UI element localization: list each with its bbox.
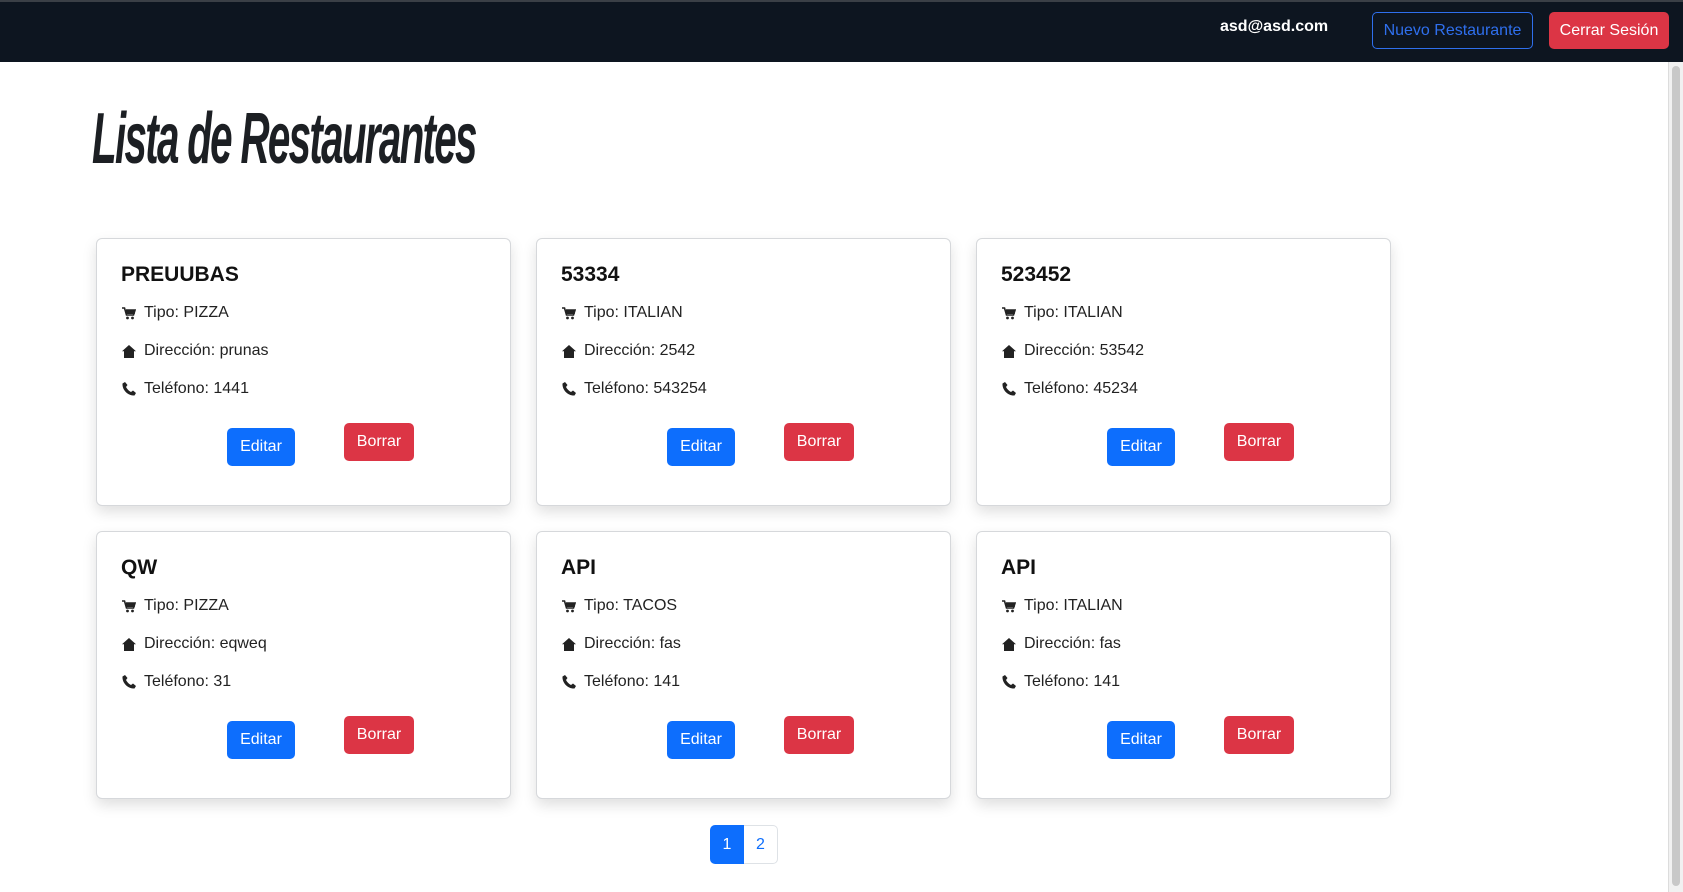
restaurant-type-text: Tipo: ITALIAN: [584, 304, 683, 321]
restaurant-card: 53334 Tipo: ITALIAN Dirección: 2542 Telé…: [536, 238, 951, 506]
phone-icon: [1001, 674, 1017, 690]
edit-button[interactable]: Editar: [667, 428, 735, 466]
scrollbar-thumb[interactable]: [1672, 66, 1680, 886]
page-scrollbar[interactable]: [1668, 62, 1683, 892]
restaurant-card: QW Tipo: PIZZA Dirección: eqweq Teléfono…: [96, 531, 511, 799]
edit-button[interactable]: Editar: [1107, 428, 1175, 466]
delete-button[interactable]: Borrar: [344, 423, 414, 461]
restaurant-type: Tipo: ITALIAN: [1001, 597, 1123, 615]
restaurant-phone-text: Teléfono: 1441: [144, 380, 249, 397]
phone-icon: [561, 674, 577, 690]
top-navbar: asd@asd.com Nuevo Restaurante Cerrar Ses…: [0, 0, 1683, 62]
logout-button[interactable]: Cerrar Sesión: [1549, 12, 1669, 49]
phone-icon: [561, 381, 577, 397]
cart-icon: [561, 305, 577, 321]
restaurant-phone-text: Teléfono: 141: [584, 673, 681, 690]
restaurant-phone: Teléfono: 1441: [121, 380, 249, 398]
restaurant-phone-text: Teléfono: 543254: [584, 380, 707, 397]
restaurant-address-text: Dirección: 2542: [584, 342, 696, 359]
restaurant-address-text: Dirección: 53542: [1024, 342, 1145, 359]
delete-button[interactable]: Borrar: [344, 716, 414, 754]
restaurant-type: Tipo: TACOS: [561, 597, 677, 615]
restaurant-name: QW: [121, 556, 158, 579]
restaurant-address: Dirección: fas: [1001, 635, 1121, 653]
user-email: asd@asd.com: [1220, 18, 1329, 35]
restaurant-address: Dirección: fas: [561, 635, 681, 653]
delete-button[interactable]: Borrar: [784, 716, 854, 754]
restaurant-name: PREUUBAS: [121, 263, 239, 286]
house-icon: [121, 636, 137, 652]
house-icon: [121, 343, 137, 359]
restaurant-phone: Teléfono: 543254: [561, 380, 707, 398]
restaurant-phone-text: Teléfono: 45234: [1024, 380, 1138, 397]
restaurant-card: 523452 Tipo: ITALIAN Dirección: 53542 Te…: [976, 238, 1391, 506]
cart-icon: [121, 598, 137, 614]
restaurant-phone: Teléfono: 31: [121, 673, 231, 691]
restaurant-phone: Teléfono: 45234: [1001, 380, 1138, 398]
restaurant-card: API Tipo: TACOS Dirección: fas Teléfono:…: [536, 531, 951, 799]
restaurant-card: PREUUBAS Tipo: PIZZA Dirección: prunas T…: [96, 238, 511, 506]
cart-icon: [1001, 598, 1017, 614]
delete-button[interactable]: Borrar: [784, 423, 854, 461]
restaurant-address-text: Dirección: prunas: [144, 342, 269, 359]
edit-button[interactable]: Editar: [227, 721, 295, 759]
restaurant-type-text: Tipo: PIZZA: [144, 304, 229, 321]
restaurant-type-text: Tipo: TACOS: [584, 597, 678, 614]
edit-button[interactable]: Editar: [227, 428, 295, 466]
restaurant-address-text: Dirección: eqweq: [144, 635, 267, 652]
edit-button[interactable]: Editar: [667, 721, 735, 759]
cart-icon: [121, 305, 137, 321]
cart-icon: [1001, 305, 1017, 321]
restaurant-address-text: Dirección: fas: [1024, 635, 1121, 652]
restaurant-type: Tipo: ITALIAN: [561, 304, 683, 322]
restaurant-phone: Teléfono: 141: [1001, 673, 1120, 691]
restaurant-name: 53334: [561, 263, 620, 286]
cart-icon: [561, 598, 577, 614]
restaurant-type-text: Tipo: ITALIAN: [1024, 304, 1123, 321]
restaurant-type: Tipo: PIZZA: [121, 597, 229, 615]
restaurant-type: Tipo: PIZZA: [121, 304, 229, 322]
delete-button[interactable]: Borrar: [1224, 423, 1294, 461]
restaurant-address: Dirección: 2542: [561, 342, 695, 360]
restaurant-type-text: Tipo: ITALIAN: [1024, 597, 1123, 614]
restaurant-address: Dirección: eqweq: [121, 635, 267, 653]
page-1-link[interactable]: 1: [710, 825, 744, 864]
house-icon: [1001, 343, 1017, 359]
restaurant-phone-text: Teléfono: 31: [144, 673, 232, 690]
house-icon: [561, 343, 577, 359]
edit-button[interactable]: Editar: [1107, 721, 1175, 759]
restaurant-address-text: Dirección: fas: [584, 635, 681, 652]
phone-icon: [121, 381, 137, 397]
restaurant-type: Tipo: ITALIAN: [1001, 304, 1123, 322]
phone-icon: [121, 674, 137, 690]
page-2-link[interactable]: 2: [744, 825, 778, 864]
house-icon: [561, 636, 577, 652]
restaurant-name: API: [1001, 556, 1037, 579]
new-restaurant-button[interactable]: Nuevo Restaurante: [1372, 12, 1533, 49]
house-icon: [1001, 636, 1017, 652]
restaurant-address: Dirección: prunas: [121, 342, 269, 360]
page-title: Lista de Restaurantes: [92, 99, 477, 179]
restaurant-phone-text: Teléfono: 141: [1024, 673, 1121, 690]
restaurant-card: API Tipo: ITALIAN Dirección: fas Teléfon…: [976, 531, 1391, 799]
delete-button[interactable]: Borrar: [1224, 716, 1294, 754]
restaurant-name: 523452: [1001, 263, 1072, 286]
restaurant-type-text: Tipo: PIZZA: [144, 597, 229, 614]
restaurant-phone: Teléfono: 141: [561, 673, 680, 691]
restaurant-address: Dirección: 53542: [1001, 342, 1144, 360]
pagination: 1 2: [710, 825, 778, 864]
phone-icon: [1001, 381, 1017, 397]
restaurant-name: API: [561, 556, 597, 579]
